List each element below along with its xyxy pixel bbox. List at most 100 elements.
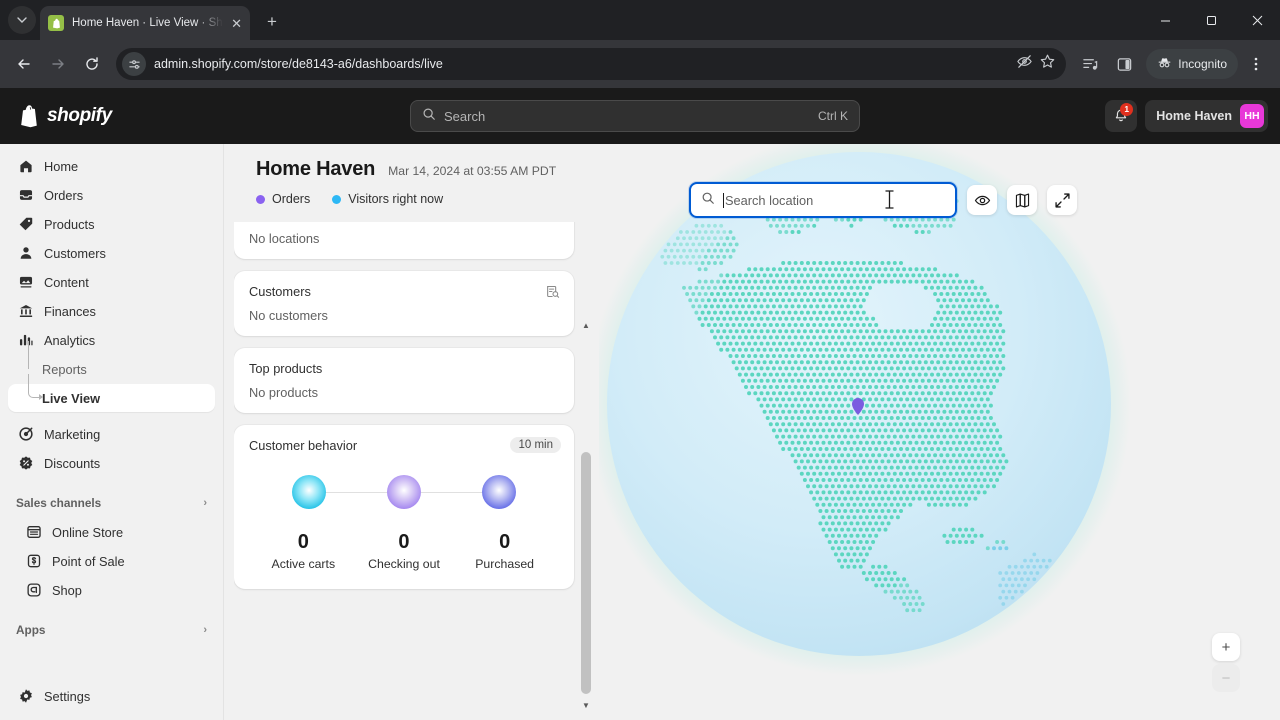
pos-icon [24, 552, 43, 571]
card-top-locations[interactable]: Top locations No locations [234, 222, 574, 259]
card-customer-behavior[interactable]: Customer behavior 10 min 0 Active carts … [234, 425, 574, 589]
incognito-indicator[interactable]: Incognito [1146, 49, 1238, 79]
sidebar-item-label: Analytics [44, 332, 96, 348]
admin-body: Home Orders Products Customers Content F… [0, 144, 1280, 720]
eye-off-icon[interactable] [1016, 53, 1033, 75]
sidebar-item-label: Live View [42, 390, 101, 406]
report-search-icon[interactable] [545, 284, 560, 304]
notifications-button[interactable]: 1 [1105, 100, 1138, 132]
sidebar-item-finances[interactable]: Finances [8, 297, 215, 325]
address-bar[interactable]: admin.shopify.com/store/de8143-a6/dashbo… [116, 48, 1067, 80]
panel-scrollbar[interactable]: ▲ ▼ [579, 318, 593, 712]
sidebar-section-apps[interactable]: Apps › [8, 615, 215, 645]
search-location-input[interactable]: Search location [689, 182, 957, 218]
map-zoom-controls: + − [1212, 633, 1240, 692]
chevron-right-icon[interactable]: › [203, 497, 207, 509]
tune-icon[interactable] [122, 52, 146, 76]
tab-search-button[interactable] [8, 6, 36, 34]
text-caret [723, 192, 724, 208]
sidebar-item-label: Online Store [52, 524, 124, 540]
nav-branch-line [28, 341, 29, 369]
sidebar-section-sales-channels[interactable]: Sales channels › [8, 488, 215, 518]
close-icon[interactable]: ✕ [231, 17, 242, 30]
zoom-out-button[interactable]: − [1212, 664, 1240, 692]
sidebar-item-live-view[interactable]: Live View [8, 374, 215, 412]
forward-icon[interactable] [42, 48, 74, 80]
content-image-icon [16, 273, 35, 292]
sidebar-item-label: Customers [44, 245, 106, 261]
funnel-stat-checking-out: 0 Checking out [354, 531, 454, 571]
new-tab-button[interactable]: + [258, 8, 286, 36]
reload-icon[interactable] [76, 48, 108, 80]
admin-topbar: shopify Search Ctrl K 1 Home Haven HH [0, 88, 1280, 144]
bar-chart-icon [16, 331, 35, 350]
expand-arrows-icon[interactable] [1047, 185, 1077, 215]
store-name: Home Haven [1156, 109, 1232, 123]
window-controls [1142, 0, 1280, 40]
scrollbar-thumb[interactable] [581, 452, 591, 694]
close-window-icon[interactable] [1234, 0, 1280, 40]
sidebar-item-online-store[interactable]: Online Store [8, 518, 215, 546]
sidebar-item-settings[interactable]: Settings [8, 682, 215, 710]
scroll-down-icon[interactable]: ▼ [582, 698, 590, 712]
sidebar-item-analytics[interactable]: Analytics [8, 326, 215, 354]
scrollbar-track[interactable] [579, 332, 593, 698]
sidebar-item-home[interactable]: Home [8, 152, 215, 180]
card-top-products[interactable]: Top products No products [234, 348, 574, 413]
sidebar-item-discounts[interactable]: Discounts [8, 449, 215, 477]
section-label: Apps [16, 623, 46, 637]
star-icon[interactable] [1039, 53, 1056, 75]
chevron-right-icon[interactable]: › [203, 624, 207, 636]
menu-icon[interactable] [1240, 48, 1272, 80]
status-badge: 10 min [510, 437, 561, 453]
section-label: Sales channels [16, 496, 102, 510]
shopify-bag-icon [18, 104, 40, 128]
funnel-stat-active-carts: 0 Active carts [254, 531, 354, 571]
sidebar-item-point-of-sale[interactable]: Point of Sale [8, 547, 215, 575]
zoom-in-button[interactable]: + [1212, 633, 1240, 661]
scroll-up-icon[interactable]: ▲ [582, 318, 590, 332]
stat-label: Active carts [271, 557, 336, 571]
url-text: admin.shopify.com/store/de8143-a6/dashbo… [154, 57, 443, 71]
report-search-icon[interactable] [545, 222, 560, 227]
side-panel-icon[interactable] [1108, 48, 1140, 80]
browser-window: Home Haven · Live View · Shopi ✕ + admin… [0, 0, 1280, 720]
card-title: Top products [249, 361, 323, 376]
sidebar-item-shop[interactable]: Shop [8, 576, 215, 604]
search-icon [701, 191, 715, 210]
stat-value: 0 [297, 531, 309, 553]
minimize-icon[interactable] [1142, 0, 1188, 40]
back-icon[interactable] [8, 48, 40, 80]
globe-visualization[interactable] [599, 144, 1189, 720]
metrics-cards-scroll: Top locations No locations Customers No … [234, 222, 574, 601]
discount-icon [16, 454, 35, 473]
admin-search-bar[interactable]: Search Ctrl K [410, 100, 860, 132]
stat-value: 0 [499, 531, 511, 553]
shopify-admin: shopify Search Ctrl K 1 Home Haven HH Ho… [0, 88, 1280, 720]
shopify-logo[interactable]: shopify [12, 104, 232, 128]
search-icon [422, 107, 436, 126]
reading-list-icon[interactable] [1074, 48, 1106, 80]
funnel-stats: 0 Active carts 0 Checking out 0 Purchase… [249, 531, 559, 571]
sidebar-item-label: Content [44, 274, 89, 290]
visibility-eye-icon[interactable] [967, 185, 997, 215]
sidebar-item-products[interactable]: Products [8, 210, 215, 238]
legend-item-orders[interactable]: Orders [256, 192, 310, 206]
maximize-icon[interactable] [1188, 0, 1234, 40]
sidebar-item-orders[interactable]: Orders [8, 181, 215, 209]
omnibox-actions [1016, 53, 1056, 75]
legend-item-visitors[interactable]: Visitors right now [332, 192, 443, 206]
sidebar-item-customers[interactable]: Customers [8, 239, 215, 267]
avatar: HH [1240, 104, 1264, 128]
browser-tab[interactable]: Home Haven · Live View · Shopi ✕ [40, 6, 250, 40]
sidebar-item-marketing[interactable]: Marketing [8, 420, 215, 448]
store-switcher[interactable]: Home Haven HH [1145, 100, 1268, 132]
storefront-icon [24, 523, 43, 542]
map-controls: Search location [689, 182, 1077, 218]
sidebar-item-content[interactable]: Content [8, 268, 215, 296]
map-book-icon[interactable] [1007, 185, 1037, 215]
map-zone[interactable] [599, 144, 1280, 720]
megaphone-target-icon [16, 425, 35, 444]
search-location-placeholder: Search location [723, 192, 813, 208]
card-customers[interactable]: Customers No customers [234, 271, 574, 336]
